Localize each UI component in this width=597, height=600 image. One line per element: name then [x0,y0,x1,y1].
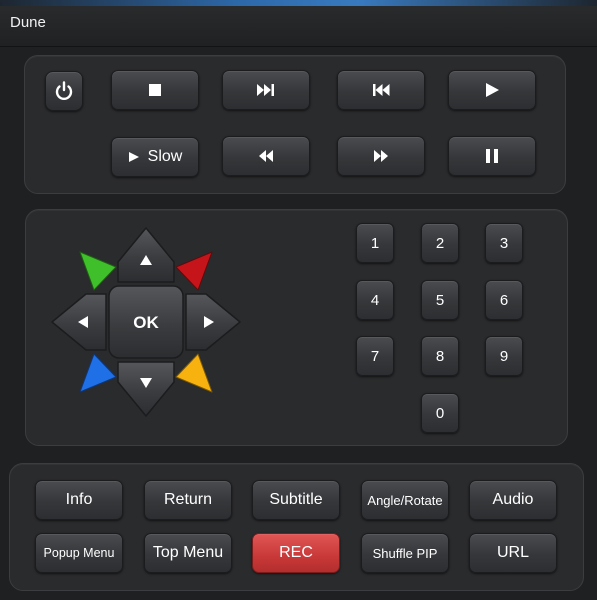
number-key-0[interactable]: 0 [421,393,459,433]
number-key-label: 1 [370,234,380,252]
number-key-3[interactable]: 3 [485,223,523,263]
rec-label: REC [279,544,313,561]
url-label: URL [496,544,529,561]
audio-button[interactable]: Audio [469,480,557,520]
skip-next-button[interactable] [222,70,310,110]
number-key-6[interactable]: 6 [485,280,523,320]
ok-button[interactable]: OK [108,285,184,359]
pause-button[interactable] [448,136,536,176]
angle-rotate-label: Angle/Rotate [367,492,443,508]
number-key-label: 0 [435,404,445,422]
rewind-icon [259,150,273,162]
number-key-label: 4 [370,291,380,309]
number-key-7[interactable]: 7 [356,336,394,376]
dpad-right-button[interactable] [185,293,241,351]
title-bar: Dune [0,0,597,47]
shuffle-pip-label: Shuffle PIP [372,545,438,561]
popup-menu-label: Popup Menu [43,546,115,560]
rewind-button[interactable] [222,136,310,176]
number-key-label: 3 [499,234,509,252]
power-button[interactable] [45,71,83,111]
number-key-4[interactable]: 4 [356,280,394,320]
fast-forward-icon [374,150,388,162]
play-icon [128,152,139,162]
number-key-label: 5 [435,291,445,309]
play-icon [486,83,499,97]
skip-previous-icon [373,84,390,96]
number-key-label: 8 [435,347,445,365]
number-key-label: 6 [499,291,509,309]
popup-menu-button[interactable]: Popup Menu [35,533,123,573]
ok-label: OK [133,313,159,332]
shuffle-pip-button[interactable]: Shuffle PIP [361,533,449,573]
dpad-left-button[interactable] [51,293,107,351]
play-button[interactable] [448,70,536,110]
return-button[interactable]: Return [144,480,232,520]
title-bar-glow [0,0,597,6]
angle-rotate-button[interactable]: Angle/Rotate [361,480,449,520]
fast-forward-button[interactable] [337,136,425,176]
red-key-button[interactable] [175,251,213,291]
slow-button[interactable]: Slow [111,137,199,177]
power-icon [55,81,73,101]
info-label: Info [65,491,93,508]
url-button[interactable]: URL [469,533,557,573]
number-key-label: 9 [499,347,509,365]
top-menu-button[interactable]: Top Menu [144,533,232,573]
skip-previous-button[interactable] [337,70,425,110]
info-button[interactable]: Info [35,480,123,520]
number-key-8[interactable]: 8 [421,336,459,376]
subtitle-button[interactable]: Subtitle [252,480,340,520]
number-key-5[interactable]: 5 [421,280,459,320]
dpad-up-button[interactable] [117,227,175,283]
subtitle-label: Subtitle [269,491,323,508]
window-title: Dune [10,14,46,31]
dpad: OK [51,227,241,417]
number-key-label: 7 [370,347,380,365]
return-label: Return [163,491,213,508]
number-key-1[interactable]: 1 [356,223,394,263]
slow-label: Slow [147,148,183,165]
audio-label: Audio [492,491,534,508]
number-key-2[interactable]: 2 [421,223,459,263]
stop-button[interactable] [111,70,199,110]
rec-button[interactable]: REC [252,533,340,573]
pause-icon [486,149,498,163]
green-key-button[interactable] [79,251,117,291]
dpad-down-button[interactable] [117,361,175,417]
top-menu-label: Top Menu [152,544,224,561]
blue-key-button[interactable] [79,353,117,393]
number-key-label: 2 [435,234,445,252]
skip-next-icon [257,84,274,96]
yellow-key-button[interactable] [175,353,213,393]
number-key-9[interactable]: 9 [485,336,523,376]
stop-icon [149,84,161,96]
